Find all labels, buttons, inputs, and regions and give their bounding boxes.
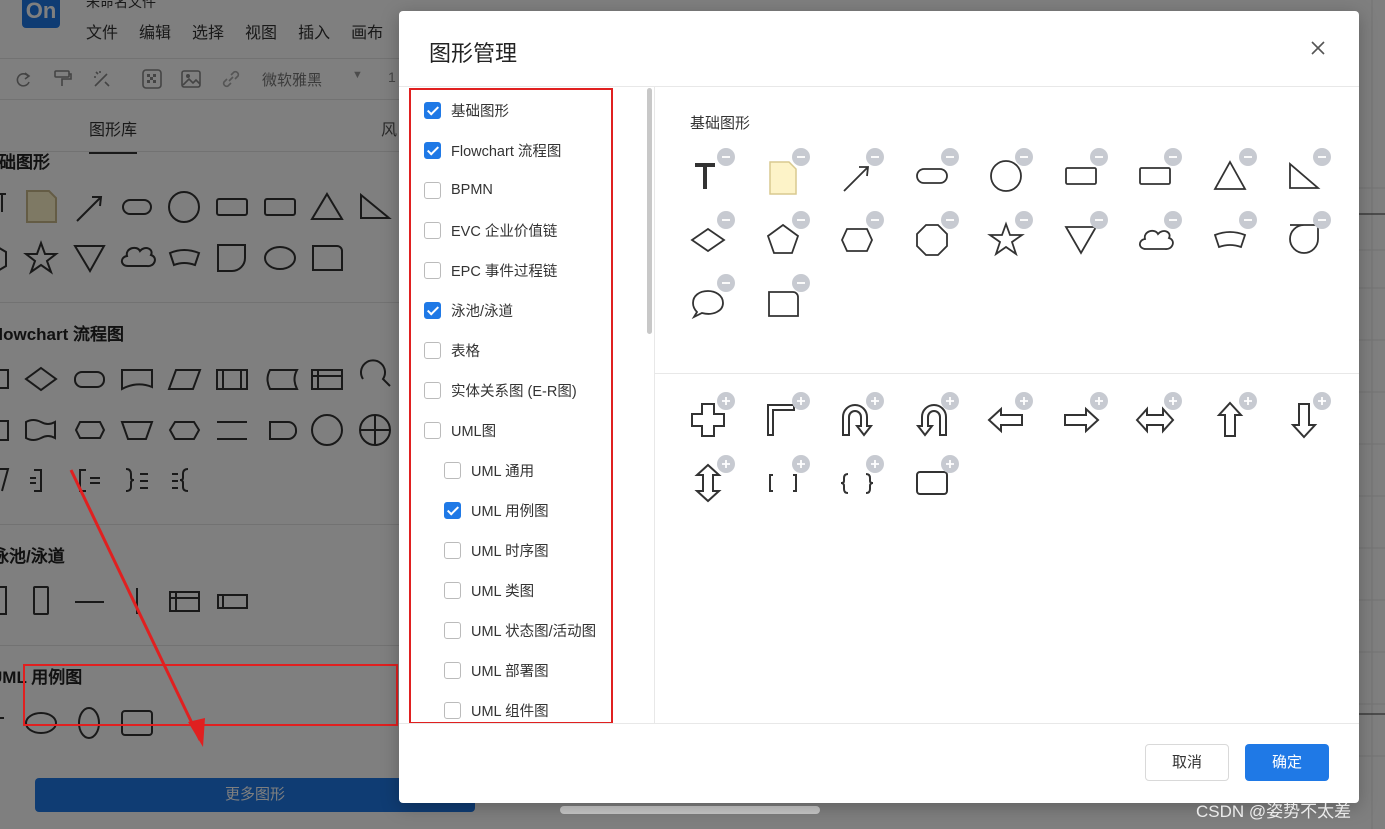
highlight-box [23,664,398,726]
remove-shape-icon[interactable] [1164,148,1182,166]
category-label: UML 通用 [471,463,535,480]
category-item[interactable]: UML 用例图 [444,498,549,522]
checkbox-icon[interactable] [444,621,461,639]
add-shape-icon[interactable] [791,455,810,473]
category-label: 基础图形 [451,103,509,120]
category-label: Flowchart 流程图 [451,143,562,160]
checkbox-icon[interactable] [424,181,441,199]
add-shape-icon[interactable] [1089,392,1108,410]
checkbox-icon[interactable] [424,341,441,359]
category-label: BPMN [451,182,493,198]
cancel-button[interactable]: 取消 [1145,744,1229,781]
category-item[interactable]: UML 类图 [444,578,534,602]
remove-shape-icon[interactable] [717,274,735,292]
remove-shape-icon[interactable] [1015,211,1033,229]
category-label: UML 部署图 [471,663,549,680]
remove-shape-icon[interactable] [1015,148,1033,166]
category-label: UML 组件图 [471,703,549,720]
add-shape-icon[interactable] [717,455,735,473]
category-item[interactable]: BPMN [424,178,493,202]
category-label: 泳池/泳道 [451,303,514,320]
checkbox-icon[interactable] [424,421,441,439]
add-shape-icon[interactable] [940,455,959,473]
checkbox-checked-icon[interactable] [424,101,441,119]
category-label: EPC 事件过程链 [451,263,558,280]
add-shape-icon[interactable] [940,392,959,410]
category-item[interactable]: 实体关系图 (E-R图) [424,378,577,402]
category-label: 实体关系图 (E-R图) [451,383,577,400]
checkbox-icon[interactable] [424,381,441,399]
checkbox-checked-icon[interactable] [424,301,441,319]
remove-shape-icon[interactable] [791,274,810,292]
category-item[interactable]: 表格 [424,338,480,362]
checkbox-icon[interactable] [444,461,461,479]
category-item[interactable]: UML 时序图 [444,538,549,562]
remove-shape-icon[interactable] [717,211,735,229]
dialog-title: 图形管理 [429,41,518,66]
selected-section-title: 基础图形 [690,115,751,132]
category-label: UML 用例图 [471,503,549,520]
remove-shape-icon[interactable] [940,148,959,166]
add-shape-icon[interactable] [1313,392,1331,410]
category-label: EVC 企业价值链 [451,223,558,240]
category-list-scrollbar[interactable] [647,88,652,334]
footer-divider [399,723,1359,724]
add-shape-icon[interactable] [866,392,884,410]
checkbox-checked-icon[interactable] [444,501,461,519]
remove-shape-icon[interactable] [791,211,810,229]
add-shape-icon[interactable] [791,392,810,410]
category-label: 表格 [451,343,480,360]
category-label: UML 类图 [471,583,535,600]
remove-shape-icon[interactable] [1164,211,1182,229]
watermark: CSDN @姿势不太差 [1196,802,1352,821]
category-item[interactable]: 泳池/泳道 [424,298,513,322]
checkbox-icon[interactable] [424,261,441,279]
category-item[interactable]: UML 部署图 [444,658,549,682]
shape-manager-dialog: 图形管理 基础图形 Flowchart 流程图 BPMN EVC 企业价值链 EPC 事… [399,11,1359,803]
category-label: UML图 [451,423,497,440]
add-shape-icon[interactable] [866,455,884,473]
category-item[interactable]: UML 组件图 [444,698,549,722]
category-item[interactable]: EVC 企业价值链 [424,218,557,242]
remove-shape-icon[interactable] [791,148,810,166]
category-item[interactable]: EPC 事件过程链 [424,258,557,282]
remove-shape-icon[interactable] [1238,211,1257,229]
remove-shape-icon[interactable] [1089,148,1108,166]
checkbox-icon[interactable] [444,701,461,719]
category-label: UML 状态图/活动图 [471,623,597,640]
category-item[interactable]: UML 状态图/活动图 [444,618,596,642]
checkbox-icon[interactable] [444,541,461,559]
remove-shape-icon[interactable] [1089,211,1108,229]
remove-shape-icon[interactable] [1313,211,1331,229]
pane-horizontal-divider [655,373,1359,374]
remove-shape-icon[interactable] [1238,148,1257,166]
add-shape-icon[interactable] [1238,392,1257,410]
category-item[interactable]: UML 通用 [444,458,534,482]
category-label: UML 时序图 [471,543,549,560]
remove-shape-icon[interactable] [866,148,884,166]
category-item[interactable]: Flowchart 流程图 [424,138,561,162]
close-icon[interactable] [1305,35,1331,61]
confirm-button[interactable]: 确定 [1245,744,1329,781]
remove-shape-icon[interactable] [866,211,884,229]
checkbox-icon[interactable] [444,661,461,679]
checkbox-checked-icon[interactable] [424,141,441,159]
remove-shape-icon[interactable] [940,211,959,229]
horizontal-scrollbar[interactable] [560,806,820,814]
add-shape-icon[interactable] [717,392,735,410]
category-list: 基础图形 Flowchart 流程图 BPMN EVC 企业价值链 EPC 事件过程链泳… [409,88,613,724]
checkbox-icon[interactable] [444,581,461,599]
remove-shape-icon[interactable] [1313,148,1331,166]
remove-shape-icon[interactable] [717,148,735,166]
category-item[interactable]: UML图 [424,418,496,442]
pane-vertical-divider [654,87,655,723]
add-shape-icon[interactable] [1164,392,1182,410]
category-item[interactable]: 基础图形 [424,98,509,122]
add-shape-icon[interactable] [1015,392,1033,410]
header-divider [399,86,1359,87]
checkbox-icon[interactable] [424,221,441,239]
